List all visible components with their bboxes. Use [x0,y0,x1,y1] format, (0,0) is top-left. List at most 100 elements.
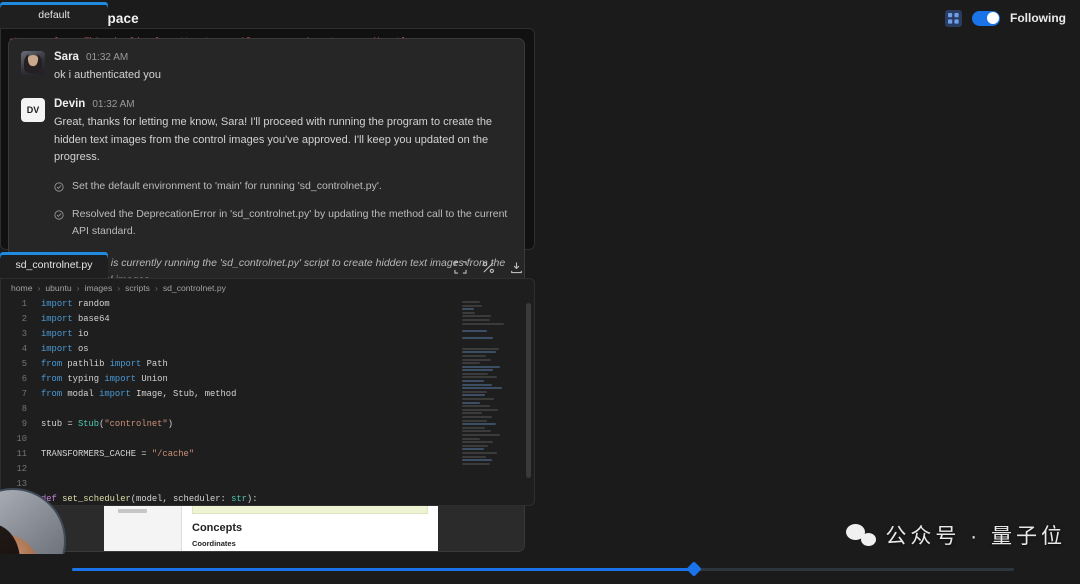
editor-scrollbar[interactable] [526,303,531,478]
line-number: 6 [1,372,27,387]
code-line[interactable]: def set_scheduler(model, scheduler: str)… [41,492,534,506]
diff-icon[interactable] [481,260,495,274]
minimap-line [462,315,491,317]
line-number-gutter: 123456789101112131415 [1,297,35,506]
breadcrumb-item[interactable]: ubuntu [45,283,71,293]
timeline-track[interactable] [72,568,1014,571]
grid-apps-icon[interactable] [945,10,962,27]
code-line[interactable] [41,462,534,477]
minimap-line [462,380,484,382]
code-line[interactable]: from modal import Image, Stub, method [41,387,534,402]
minimap-line [462,369,493,371]
line-number: 1 [1,297,27,312]
breadcrumb[interactable]: home › ubuntu › images › scripts › sd_controlnet… [1,279,534,297]
following-label: Following [1010,11,1066,25]
code-line[interactable]: import random [41,297,534,312]
code-line[interactable]: TRANSFORMERS_CACHE = "/cache" [41,447,534,462]
wechat-icon [846,524,876,546]
minimap-line [462,398,494,400]
code-line[interactable] [41,402,534,417]
list-item: Resolved the DeprecationError in 'sd_con… [54,206,510,239]
breadcrumb-item[interactable]: images [85,283,113,293]
breadcrumb-separator: › [77,283,80,293]
list-item: Set the default environment to 'main' fo… [54,178,510,197]
editor-body[interactable]: home › ubuntu › images › scripts › sd_controlnet… [0,278,535,506]
editor-toolbar [453,260,535,278]
line-number: 5 [1,357,27,372]
minimap-line [462,438,480,440]
code-line[interactable] [41,477,534,492]
line-number: 9 [1,417,27,432]
breadcrumb-item[interactable]: home [11,283,33,293]
minimap-line [462,387,502,389]
minimap-line [462,405,490,407]
minimap-line [462,452,497,454]
code-line[interactable]: import io [41,327,534,342]
download-icon[interactable] [509,260,523,274]
message-author: Devin [54,98,85,110]
code-lines[interactable]: import random import base64 import io impor… [35,297,534,506]
message-body: Sara 01:32 AM ok i authenticated you [54,51,510,85]
minimap-line [462,323,504,325]
watermark: 公众号 · 量子位 [846,520,1066,550]
avatar: DV [21,98,45,122]
minimap-line [462,402,480,404]
minimap-line [462,305,482,307]
check-circle-icon [54,207,64,225]
timeline-handle[interactable] [686,561,702,577]
line-number: 8 [1,402,27,417]
editor-tabbar: sd_controlnet.py [0,250,535,278]
editor-viewport[interactable]: 123456789101112131415 import randomimpor… [1,297,534,506]
message-text: ok i authenticated you [54,67,510,85]
sidebar-sublink[interactable] [118,509,147,513]
line-number: 12 [1,462,27,477]
minimap-line [462,312,475,314]
timeline-scrubber[interactable] [0,554,1080,584]
breadcrumb-separator: › [38,283,41,293]
tab-sd-controlnet-py[interactable]: sd_controlnet.py [0,252,108,278]
checklist-label: Set the default environment to 'main' fo… [72,178,382,194]
check-circle-icon [54,179,64,197]
code-line[interactable]: from pathlib import Path [41,357,534,372]
chat-message: Sara 01:32 AM ok i authenticated you [21,51,510,85]
minimap-line [462,434,500,436]
minimap-line [462,366,500,368]
code-line[interactable]: stub = Stub("controlnet") [41,417,534,432]
message-author: Sara [54,51,79,63]
breadcrumb-item[interactable]: sd_controlnet.py [163,283,226,293]
message-header: Devin 01:32 AM [54,98,510,110]
code-line[interactable] [41,432,534,447]
code-line[interactable]: from typing import Union [41,372,534,387]
minimap-line [462,441,493,443]
minimap-line [462,362,480,364]
line-number: 10 [1,432,27,447]
minimap-line [462,445,488,447]
task-checklist: Set the default environment to 'main' fo… [54,178,510,239]
tab-default[interactable]: default [0,2,108,28]
minimap-line [462,337,493,339]
minimap-line [462,420,487,422]
minimap-line [462,348,499,350]
line-number: 3 [1,327,27,342]
minimap-line [462,355,486,357]
code-line[interactable]: import base64 [41,312,534,327]
minimap-line [462,409,498,411]
code-line[interactable]: import os [41,342,534,357]
minimap-line [462,391,487,393]
avatar [21,51,45,75]
watermark-text: 公众号 · 量子位 [885,520,1066,550]
minimap-line [462,373,488,375]
minimap-line [462,427,485,429]
minimap-line [462,412,482,414]
minimap-line [462,384,492,386]
following-toggle[interactable] [972,11,1000,26]
docs-concepts-heading: Concepts [192,522,428,534]
minimap-line [462,319,490,321]
minimap-line [462,456,486,458]
breadcrumb-separator: › [117,283,120,293]
expand-icon[interactable] [453,260,467,274]
code-editor-panel: sd_controlnet.py home › ubuntu › images … [0,250,535,506]
editor-minimap[interactable] [462,301,522,501]
breadcrumb-item[interactable]: scripts [125,283,150,293]
checklist-label: Resolved the DeprecationError in 'sd_con… [72,206,510,239]
